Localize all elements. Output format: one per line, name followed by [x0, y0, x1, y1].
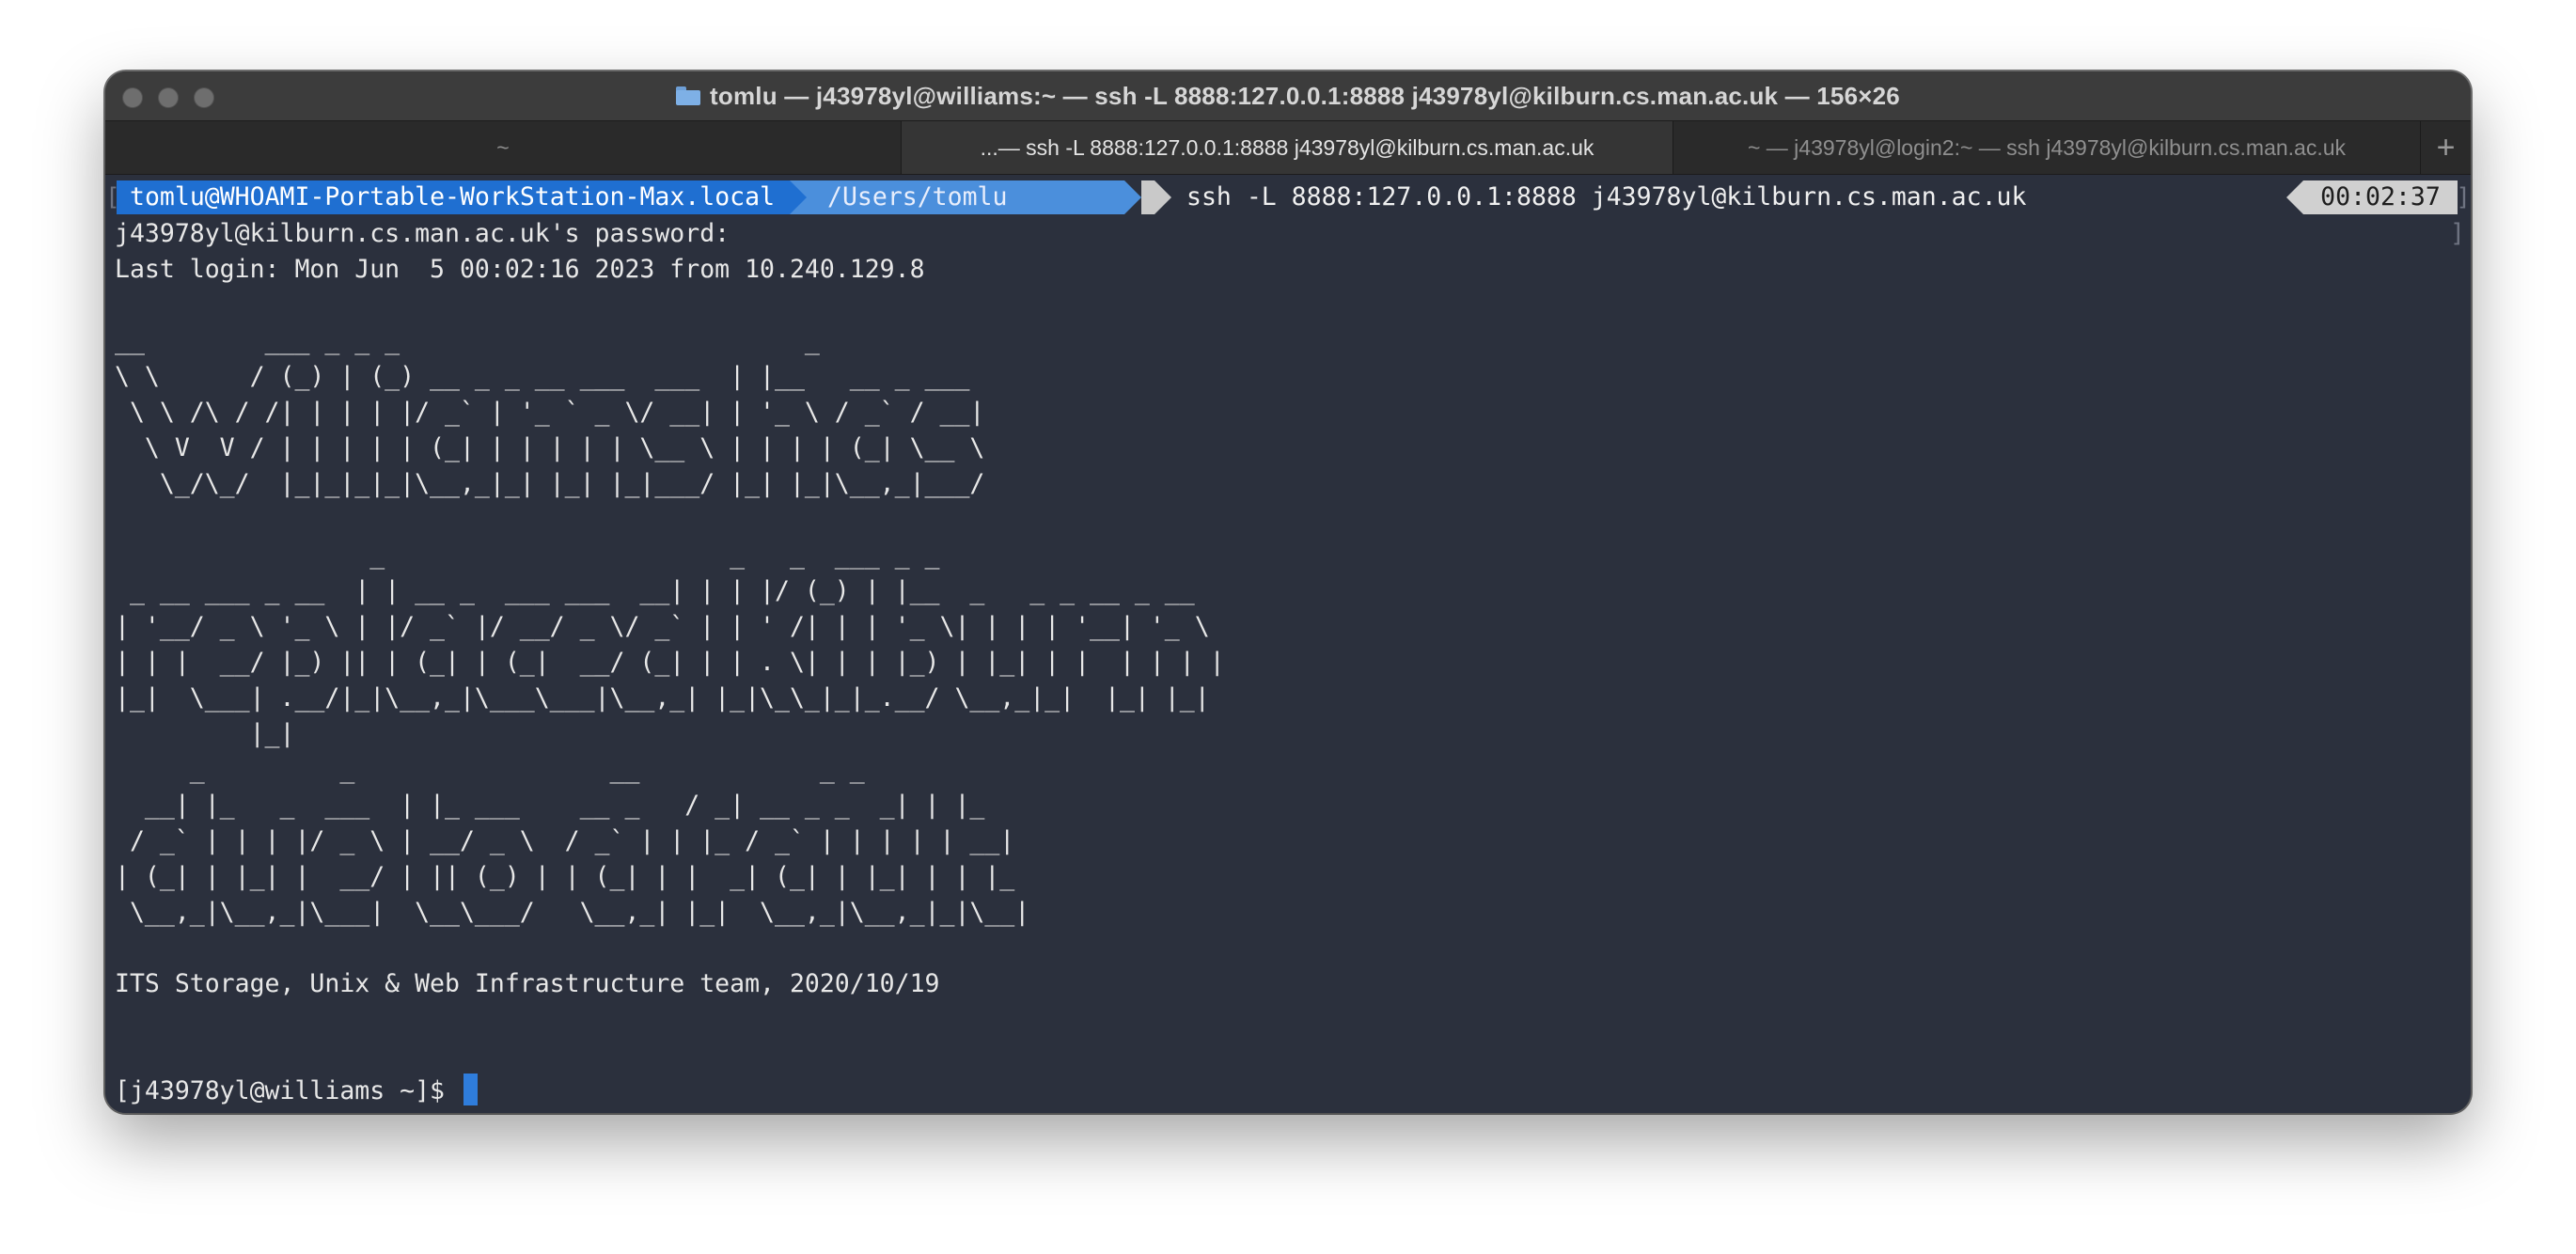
- segment-separator-icon: [2286, 180, 2303, 214]
- prompt-host-segment: tomlu@WHOAMI-Portable-WorkStation-Max.lo…: [117, 180, 790, 214]
- ascii-banner-replaced-kilburn: _ _ _ ___ _ _ _ __ ___ _ __ | | __ _ ___…: [115, 541, 1225, 748]
- plus-icon: +: [2436, 129, 2456, 165]
- prompt-time-segment: 00:02:37: [2303, 180, 2458, 214]
- ascii-banner-due-to-fault: _ _ __ _ _ __| |_ _ ___ | |_ ___ __ _ / …: [115, 755, 1030, 927]
- tab-ssh-login2[interactable]: ~ — j43978yl@login2:~ — ssh j43978yl@kil…: [1673, 121, 2421, 174]
- segment-separator-icon: [1124, 180, 1141, 214]
- window-controls: [122, 87, 214, 108]
- tab-label: ~: [496, 134, 510, 160]
- prompt-command: ssh -L 8888:127.0.0.1:8888 j43978yl@kilb…: [1186, 182, 2027, 212]
- terminal-window: tomlu — j43978yl@williams:~ — ssh -L 888…: [105, 71, 2471, 1113]
- new-tab-button[interactable]: +: [2421, 121, 2471, 174]
- text-cursor: [463, 1074, 478, 1105]
- team-line: ITS Storage, Unix & Web Infrastructure t…: [115, 969, 940, 998]
- title-bar[interactable]: tomlu — j43978yl@williams:~ — ssh -L 888…: [105, 71, 2471, 120]
- segment-separator-icon: [790, 180, 807, 214]
- tab-label: ~ — j43978yl@login2:~ — ssh j43978yl@kil…: [1747, 134, 2347, 160]
- window-title-group: tomlu — j43978yl@williams:~ — ssh -L 888…: [676, 82, 1900, 111]
- tab-bar: ~ ...— ssh -L 8888:127.0.0.1:8888 j43978…: [105, 120, 2471, 175]
- shell-prompt: [j43978yl@williams ~]$: [115, 1076, 460, 1105]
- prompt-git-segment: [1141, 180, 1154, 214]
- password-prompt-line: j43978yl@kilburn.cs.man.ac.uk's password…: [115, 219, 730, 248]
- tab-home[interactable]: ~: [105, 121, 902, 174]
- last-login-line: Last login: Mon Jun 5 00:02:16 2023 from…: [115, 255, 925, 284]
- prompt-dir-segment: /Users/tomlu: [790, 180, 1124, 214]
- terminal-output: j43978yl@kilburn.cs.man.ac.uk's password…: [115, 216, 1225, 1109]
- window-title: tomlu — j43978yl@williams:~ — ssh -L 888…: [710, 81, 1900, 110]
- segment-separator-icon: [1154, 180, 1171, 214]
- minimize-button[interactable]: [158, 87, 179, 108]
- terminal-content[interactable]: [ tomlu@WHOAMI-Portable-WorkStation-Max.…: [105, 175, 2471, 1113]
- tab-label: ...— ssh -L 8888:127.0.0.1:8888 j43978yl…: [980, 134, 1594, 160]
- ascii-banner-williams: __ ___ _ _ _ _ \ \ / (_) | (_) __ _ _ __…: [115, 326, 985, 498]
- tab-ssh-kilburn-tunnel[interactable]: ...— ssh -L 8888:127.0.0.1:8888 j43978yl…: [902, 121, 1673, 174]
- zoom-button[interactable]: [194, 87, 214, 108]
- close-button[interactable]: [122, 87, 143, 108]
- powerline-prompt: [ tomlu@WHOAMI-Portable-WorkStation-Max.…: [105, 180, 2471, 214]
- prompt-right-bracket: ]: [2456, 183, 2471, 212]
- output-right-bracket: ]: [2450, 219, 2465, 248]
- folder-icon: [676, 86, 701, 105]
